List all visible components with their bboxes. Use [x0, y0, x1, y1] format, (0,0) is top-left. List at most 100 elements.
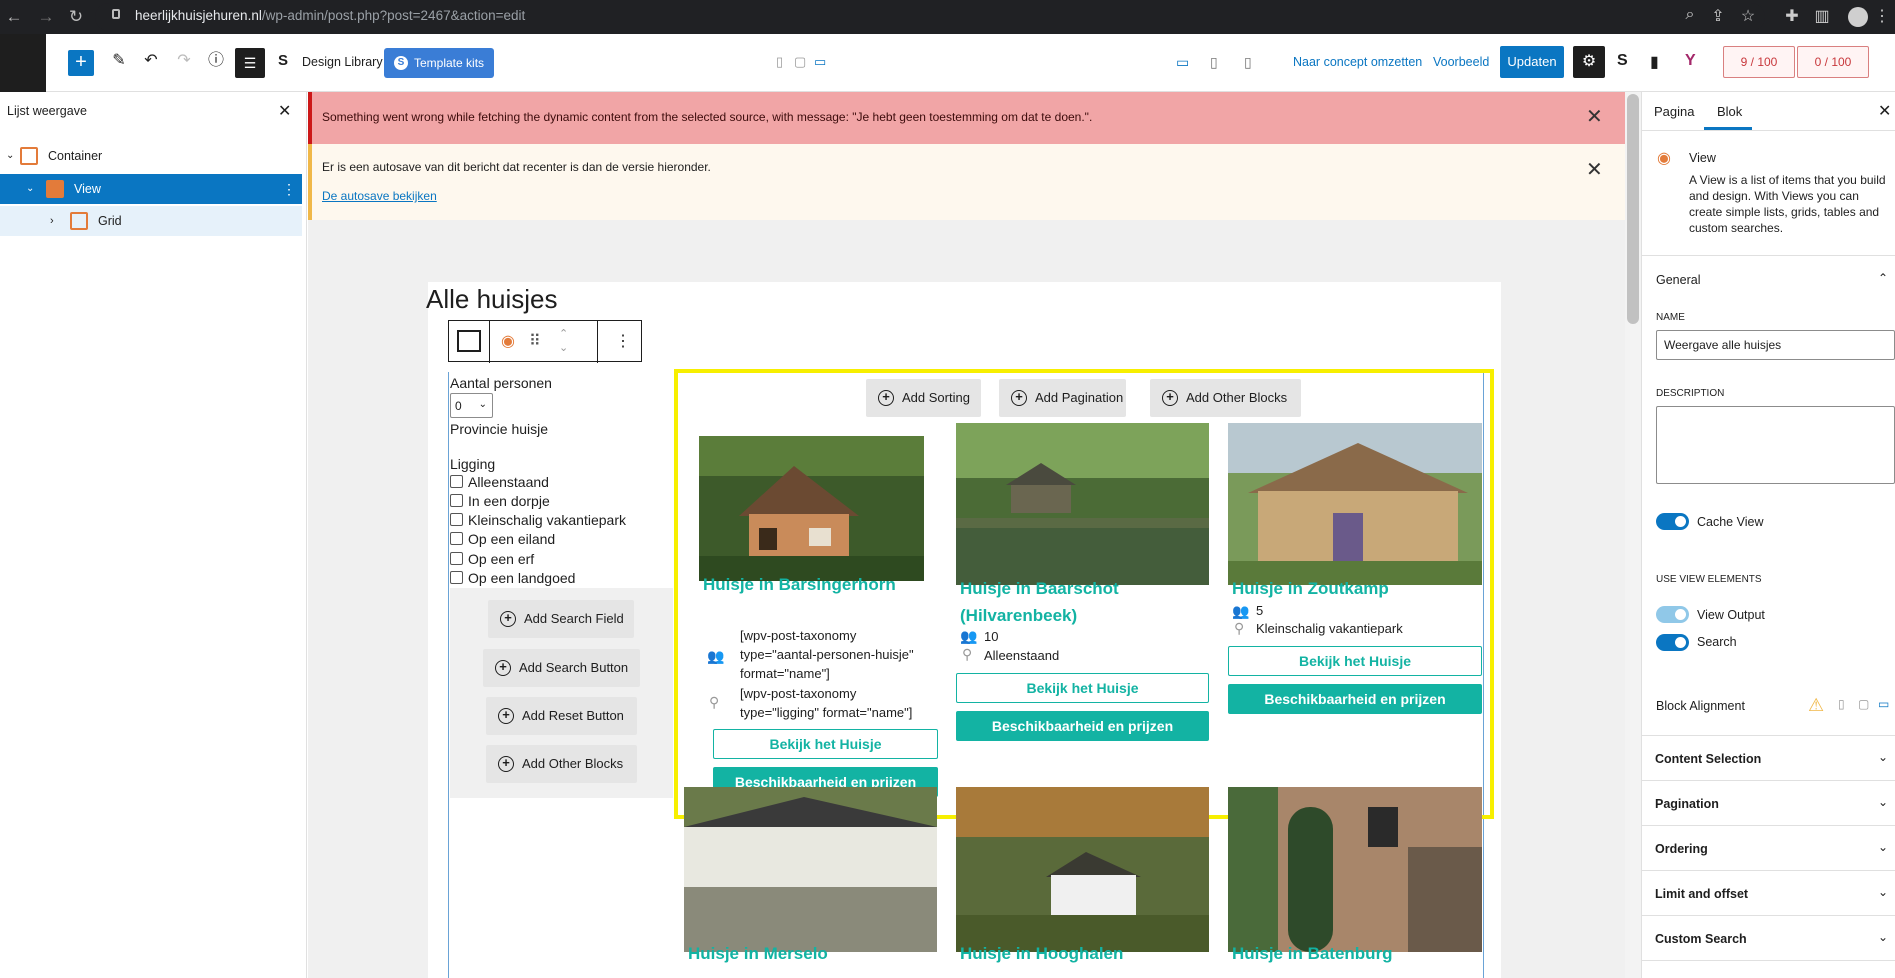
- limit-offset-panel[interactable]: Limit and offset: [1655, 887, 1748, 901]
- custom-search-panel[interactable]: Custom Search: [1655, 932, 1747, 946]
- add-other-blocks-button[interactable]: + Add Other Blocks: [486, 745, 637, 783]
- search-label: Search: [1697, 635, 1737, 649]
- house-photo[interactable]: [956, 787, 1209, 952]
- view-description-input[interactable]: [1656, 406, 1895, 484]
- checkbox-alleenstaand[interactable]: Alleenstaand: [450, 474, 549, 492]
- chevron-down-icon[interactable]: ⌄: [1878, 795, 1888, 809]
- general-panel-toggle[interactable]: General: [1656, 273, 1700, 287]
- checkbox-erf[interactable]: Op een erf: [450, 551, 534, 569]
- options-icon[interactable]: ⋮: [282, 174, 296, 204]
- reload-icon[interactable]: ↻: [66, 7, 86, 27]
- redo-icon[interactable]: ↷: [172, 49, 196, 73]
- readability-score-badge[interactable]: 0 / 100: [1797, 46, 1869, 78]
- update-button[interactable]: Updaten: [1500, 46, 1564, 78]
- chevron-down-icon[interactable]: ⌄: [1878, 885, 1888, 899]
- chevron-down-icon[interactable]: ⌄: [1878, 750, 1888, 764]
- bookmark-star-icon[interactable]: ☆: [1738, 6, 1758, 26]
- cache-view-toggle[interactable]: [1656, 513, 1689, 530]
- list-item-grid[interactable]: › Grid: [0, 206, 302, 236]
- view-output-toggle[interactable]: [1656, 606, 1689, 623]
- house-photo[interactable]: [684, 787, 937, 952]
- tab-block[interactable]: Blok: [1717, 104, 1742, 119]
- profile-avatar[interactable]: [1848, 7, 1868, 27]
- drag-handle-icon[interactable]: ⠿: [529, 331, 541, 351]
- undo-icon[interactable]: ↶: [139, 49, 163, 73]
- list-item-container[interactable]: ⌄ Container: [0, 141, 302, 171]
- tablet-icon[interactable]: ▢: [1858, 697, 1869, 711]
- lock-icon: [112, 9, 120, 19]
- container-parent-icon[interactable]: [457, 330, 481, 352]
- scrollbar-thumb[interactable]: [1627, 94, 1639, 324]
- list-view-button[interactable]: ☰: [235, 48, 265, 78]
- checkbox-landgoed[interactable]: Op een landgoed: [450, 570, 575, 588]
- settings-gear-icon[interactable]: ⚙: [1573, 46, 1605, 78]
- chevron-down-icon[interactable]: ⌄: [1878, 840, 1888, 854]
- desktop-preview-icon[interactable]: ▭: [814, 54, 826, 70]
- mobile-preview-icon[interactable]: ▯: [776, 54, 783, 70]
- dismiss-icon[interactable]: ✕: [1586, 157, 1603, 182]
- desktop-icon[interactable]: ▭: [1176, 54, 1189, 71]
- search-toggle[interactable]: [1656, 634, 1689, 651]
- autosave-notice-text: Er is een autosave van dit bericht dat r…: [322, 160, 711, 174]
- block-options-icon[interactable]: ⋮: [615, 331, 631, 351]
- yoast-icon[interactable]: Y: [1685, 52, 1696, 70]
- sidepanel-icon[interactable]: ▥: [1812, 6, 1832, 26]
- persons-select[interactable]: 0 ⌄: [450, 393, 493, 418]
- stackable-settings-icon[interactable]: S: [1617, 52, 1628, 70]
- template-kits-button[interactable]: S Template kits: [384, 48, 494, 78]
- house-photo[interactable]: [1228, 787, 1482, 952]
- content-selection-panel[interactable]: Content Selection: [1655, 752, 1761, 766]
- tablet-icon[interactable]: ▯: [1210, 54, 1218, 71]
- toolset-icon[interactable]: ▮: [1650, 52, 1659, 72]
- seo-score-badge[interactable]: 9 / 100: [1723, 46, 1795, 78]
- desktop-icon[interactable]: ▭: [1878, 697, 1889, 711]
- chevron-down-icon[interactable]: ⌄: [1878, 930, 1888, 944]
- checkbox-vakantiepark[interactable]: Kleinschalig vakantiepark: [450, 512, 626, 530]
- switch-to-draft-button[interactable]: Naar concept omzetten: [1293, 55, 1422, 69]
- more-menu-icon[interactable]: ⋮: [1872, 6, 1892, 26]
- chevron-up-icon[interactable]: ⌃: [1878, 271, 1888, 285]
- tab-page[interactable]: Pagina: [1654, 104, 1694, 119]
- add-search-field-button[interactable]: + Add Search Field: [488, 600, 634, 638]
- plus-circle-icon: +: [500, 611, 516, 627]
- close-icon[interactable]: ✕: [278, 101, 291, 121]
- extensions-icon[interactable]: ✚: [1782, 6, 1802, 26]
- card-title[interactable]: Huisje in Batenburg: [1232, 940, 1393, 967]
- share-icon[interactable]: ⇪: [1708, 6, 1728, 26]
- card-title[interactable]: Huisje in Merselo: [688, 940, 828, 967]
- chevron-down-icon[interactable]: ⌄: [6, 141, 14, 171]
- checkbox-eiland[interactable]: Op een eiland: [450, 531, 555, 549]
- design-library-button[interactable]: Design Library: [302, 55, 383, 69]
- add-search-button-button[interactable]: + Add Search Button: [483, 649, 640, 687]
- move-down-icon[interactable]: ⌄: [559, 341, 568, 354]
- move-up-icon[interactable]: ⌃: [559, 327, 568, 340]
- wordpress-logo[interactable]: [0, 34, 46, 92]
- back-icon[interactable]: ←: [4, 7, 24, 27]
- view-name-input[interactable]: Weergave alle huisjes: [1656, 330, 1895, 360]
- zoom-icon[interactable]: ⌕: [1680, 6, 1700, 24]
- chevron-right-icon[interactable]: ›: [50, 206, 54, 236]
- error-notice-text: Something went wrong while fetching the …: [322, 110, 1093, 124]
- preview-button[interactable]: Voorbeeld: [1433, 55, 1489, 69]
- dismiss-icon[interactable]: ✕: [1586, 104, 1603, 129]
- chevron-down-icon[interactable]: ⌄: [26, 174, 34, 204]
- template-kits-icon: S: [394, 56, 408, 70]
- close-icon[interactable]: ✕: [1878, 101, 1891, 121]
- tablet-preview-icon[interactable]: ▢: [794, 54, 806, 70]
- add-reset-button-button[interactable]: + Add Reset Button: [486, 697, 637, 735]
- pencil-icon[interactable]: ✎: [107, 49, 131, 73]
- mobile-icon[interactable]: ▯: [1838, 697, 1845, 711]
- page-title[interactable]: Alle huisjes: [426, 284, 558, 315]
- card-title[interactable]: Huisje in Hooghalen: [960, 940, 1123, 967]
- ordering-panel[interactable]: Ordering: [1655, 842, 1708, 856]
- cache-view-label: Cache View: [1697, 515, 1764, 529]
- mobile-icon[interactable]: ▯: [1244, 54, 1252, 71]
- pagination-panel[interactable]: Pagination: [1655, 797, 1719, 811]
- add-block-button[interactable]: +: [68, 50, 94, 76]
- list-item-view[interactable]: ⌄ View ⋮: [0, 174, 302, 204]
- checkbox-dorpje[interactable]: In een dorpje: [450, 493, 550, 511]
- view-autosave-link[interactable]: De autosave bekijken: [322, 189, 437, 203]
- forward-icon[interactable]: →: [36, 7, 56, 27]
- info-icon[interactable]: ⓘ: [204, 49, 228, 73]
- view-block-icon[interactable]: ◉: [501, 331, 515, 351]
